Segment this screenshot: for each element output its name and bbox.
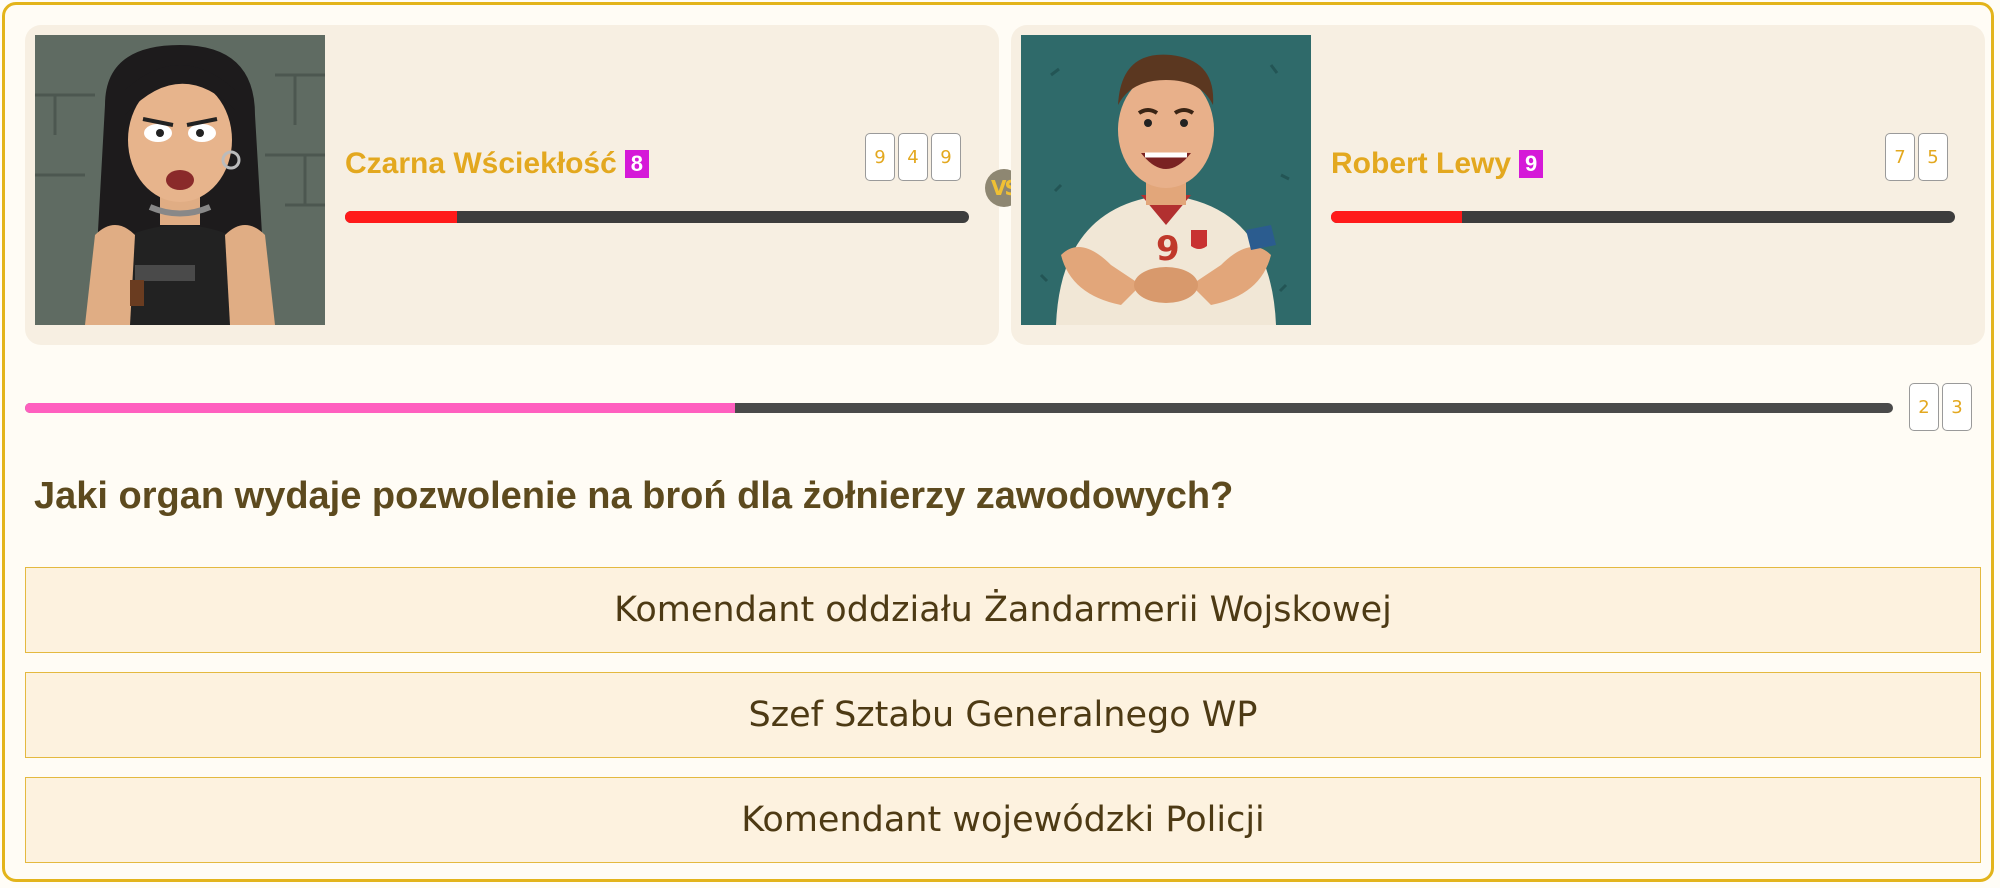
- player2-card: 9 Robert Lewy 9 7 5: [1011, 25, 1985, 345]
- player1-hp-fill: [345, 211, 458, 223]
- round-score-card: 2: [1909, 383, 1939, 431]
- player2-avatar: 9: [1021, 35, 1311, 325]
- player2-hp-fill: [1331, 211, 1463, 223]
- player1-score-card: 4: [898, 133, 928, 181]
- player1-card: Czarna Wściekłość 8 9 4 9: [25, 25, 999, 345]
- player1-name-text: Czarna Wściekłość: [345, 147, 617, 180]
- player2-hp-bar: [1331, 211, 1955, 223]
- player1-score-card: 9: [865, 133, 895, 181]
- round-scores: 2 3: [1909, 383, 1972, 431]
- player2-name: Robert Lewy 9: [1331, 147, 1544, 181]
- player1-hp-bar: [345, 211, 969, 223]
- player1-name: Czarna Wściekłość 8: [345, 147, 650, 181]
- question-text: Jaki organ wydaje pozwolenie na broń dla…: [34, 475, 1234, 517]
- round-progress-fill: [25, 403, 735, 413]
- player2-scores: 7 5: [1885, 133, 1948, 181]
- player1-score-card: 9: [931, 133, 961, 181]
- player1-scores: 9 4 9: [865, 133, 961, 181]
- player2-name-text: Robert Lewy: [1331, 147, 1512, 180]
- game-frame: Czarna Wściekłość 8 9 4 9 VS 9 Robert Le…: [2, 2, 1994, 882]
- player1-avatar: [35, 35, 325, 325]
- answer-option-3[interactable]: Komendant wojewódzki Policji: [25, 777, 1981, 863]
- answer-option-1[interactable]: Komendant oddziału Żandarmerii Wojskowej: [25, 567, 1981, 653]
- player2-score-card: 5: [1918, 133, 1948, 181]
- player2-level-badge: 9: [1519, 150, 1544, 178]
- player1-level-badge: 8: [624, 150, 650, 178]
- answer-option-2[interactable]: Szef Sztabu Generalnego WP: [25, 672, 1981, 758]
- player2-score-card: 7: [1885, 133, 1915, 181]
- round-score-card: 3: [1942, 383, 1972, 431]
- round-progress-bar: [25, 403, 1893, 413]
- svg-text:9: 9: [1156, 229, 1180, 269]
